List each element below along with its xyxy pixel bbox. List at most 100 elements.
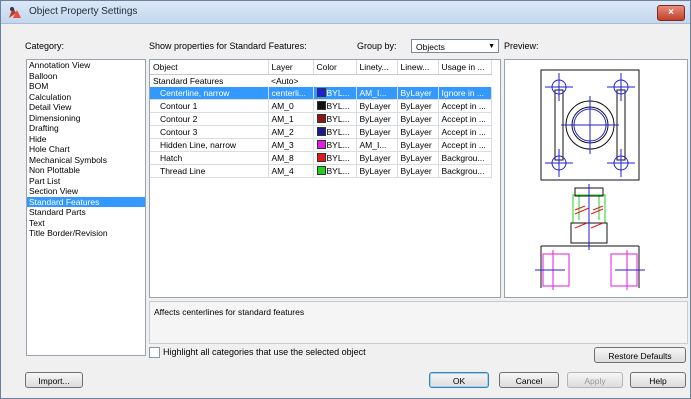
category-item[interactable]: Dimensioning xyxy=(27,113,145,124)
category-item[interactable]: Section View xyxy=(27,186,145,197)
color-swatch-icon xyxy=(316,153,326,162)
table-row[interactable]: Contour 1 AM_0 BYL... ByLayer ByLayer Accept … xyxy=(150,99,492,113)
ok-button[interactable]: OK xyxy=(429,372,489,388)
category-item[interactable]: Drafting xyxy=(27,123,145,134)
color-swatch-icon xyxy=(316,140,326,149)
color-swatch-icon xyxy=(316,114,326,123)
row-layer-cell[interactable]: AM_0 xyxy=(268,99,314,113)
description-box: Affects centerlines for standard feature… xyxy=(149,301,688,344)
close-button[interactable]: × xyxy=(657,5,685,21)
group-row-object[interactable]: Standard Features xyxy=(150,75,268,88)
column-header[interactable]: Object xyxy=(150,60,269,75)
row-layer-cell[interactable]: AM_2 xyxy=(268,125,314,139)
cancel-button[interactable]: Cancel xyxy=(499,372,559,388)
row-usage-cell[interactable]: Accept in ... xyxy=(438,112,492,126)
table-row[interactable]: Centerline, narrow centerli... BYL... AM_I.… xyxy=(150,87,492,100)
row-color-cell[interactable]: BYL... xyxy=(313,138,357,152)
category-item[interactable]: Calculation xyxy=(27,92,145,103)
row-object-cell[interactable]: Centerline, narrow xyxy=(150,87,269,100)
row-usage-cell[interactable]: Accept in ... xyxy=(438,125,492,139)
dialog-window: Object Property Settings × Category: Sho… xyxy=(0,0,691,399)
row-color-cell[interactable]: BYL... xyxy=(313,99,357,113)
apply-button[interactable]: Apply xyxy=(567,372,623,388)
highlight-checkbox-label[interactable]: Highlight all categories that use the se… xyxy=(163,347,366,357)
properties-table: Object Layer Color Linety... Linew... Usage i… xyxy=(150,60,492,178)
preview-drawing xyxy=(535,69,645,290)
row-layer-cell[interactable]: AM_1 xyxy=(268,112,314,126)
category-item[interactable]: BOM xyxy=(27,81,145,92)
restore-defaults-button[interactable]: Restore Defaults xyxy=(594,347,686,363)
category-item[interactable]: Title Border/Revision xyxy=(27,228,145,239)
import-button[interactable]: Import... xyxy=(25,372,83,388)
category-item[interactable]: Hide xyxy=(27,134,145,145)
row-linetype-cell[interactable]: ByLayer xyxy=(356,125,398,139)
color-swatch-icon xyxy=(316,166,326,175)
table-row[interactable]: Hidden Line, narrow AM_3 BYL... AM_I... ByLa… xyxy=(150,138,492,152)
chevron-down-icon: ▼ xyxy=(488,43,495,50)
category-item[interactable]: Part List xyxy=(27,176,145,187)
row-linetype-cell[interactable]: AM_I... xyxy=(356,138,398,152)
row-object-cell[interactable]: Hatch xyxy=(150,151,269,165)
category-item[interactable]: Mechanical Symbols xyxy=(27,155,145,166)
table-row[interactable]: Contour 3 AM_2 BYL... ByLayer ByLayer Accept … xyxy=(150,125,492,139)
column-header[interactable]: Layer xyxy=(268,60,314,75)
color-text: BYL... xyxy=(326,127,350,137)
row-color-cell[interactable]: BYL... xyxy=(313,151,357,165)
row-object-cell[interactable]: Contour 3 xyxy=(150,125,269,139)
group-row-layer[interactable]: <Auto> xyxy=(268,75,313,88)
color-text: BYL... xyxy=(326,153,350,163)
row-usage-cell[interactable]: Backgrou... xyxy=(438,151,492,165)
row-lineweight-cell[interactable]: ByLayer xyxy=(397,125,439,139)
column-header[interactable]: Usage in ... xyxy=(438,60,492,75)
row-linetype-cell[interactable]: ByLayer xyxy=(356,164,398,178)
row-color-cell[interactable]: BYL... xyxy=(313,87,357,100)
category-item[interactable]: Detail View xyxy=(27,102,145,113)
row-layer-cell[interactable]: AM_4 xyxy=(268,164,314,178)
category-list[interactable]: Annotation View Balloon BOM Calculation Deta… xyxy=(26,59,146,356)
row-color-cell[interactable]: BYL... xyxy=(313,112,357,126)
row-lineweight-cell[interactable]: ByLayer xyxy=(397,87,439,100)
row-color-cell[interactable]: BYL... xyxy=(313,164,357,178)
category-item[interactable]: Annotation View xyxy=(27,60,145,71)
category-item[interactable]: Text xyxy=(27,218,145,229)
row-lineweight-cell[interactable]: ByLayer xyxy=(397,99,439,113)
row-layer-cell[interactable]: AM_3 xyxy=(268,138,314,152)
group-by-dropdown[interactable]: Objects ▼ xyxy=(411,39,499,53)
row-object-cell[interactable]: Contour 1 xyxy=(150,99,269,113)
row-usage-cell[interactable]: Accept in ... xyxy=(438,138,492,152)
row-linetype-cell[interactable]: ByLayer xyxy=(356,151,398,165)
category-item[interactable]: Hole Chart xyxy=(27,144,145,155)
category-item[interactable]: Balloon xyxy=(27,71,145,82)
column-header[interactable]: Color xyxy=(313,60,357,75)
row-lineweight-cell[interactable]: ByLayer xyxy=(397,138,439,152)
row-usage-cell[interactable]: Accept in ... xyxy=(438,99,492,113)
row-lineweight-cell[interactable]: ByLayer xyxy=(397,164,439,178)
table-row[interactable]: Hatch AM_8 BYL... ByLayer ByLayer Backgrou... xyxy=(150,151,492,165)
row-layer-cell[interactable]: AM_8 xyxy=(268,151,314,165)
row-usage-cell[interactable]: Ignore in ... xyxy=(438,87,492,100)
row-object-cell[interactable]: Thread Line xyxy=(150,164,269,178)
category-item[interactable]: Standard Features xyxy=(27,196,145,207)
row-lineweight-cell[interactable]: ByLayer xyxy=(397,112,439,126)
row-linetype-cell[interactable]: ByLayer xyxy=(356,112,398,126)
help-button[interactable]: Help xyxy=(630,372,686,388)
row-layer-cell[interactable]: centerli... xyxy=(268,87,314,100)
row-object-cell[interactable]: Hidden Line, narrow xyxy=(150,138,269,152)
title-bar[interactable]: Object Property Settings × xyxy=(1,1,690,24)
table-row[interactable]: Thread Line AM_4 BYL... ByLayer ByLayer Backg… xyxy=(150,164,492,178)
group-by-label: Group by: xyxy=(357,41,397,51)
category-item[interactable]: Standard Parts xyxy=(27,207,145,218)
row-color-cell[interactable]: BYL... xyxy=(313,125,357,139)
properties-grid[interactable]: Object Layer Color Linety... Linew... Usage i… xyxy=(149,59,501,298)
row-object-cell[interactable]: Contour 2 xyxy=(150,112,269,126)
category-item[interactable]: Non Plottable xyxy=(27,165,145,176)
row-lineweight-cell[interactable]: ByLayer xyxy=(397,151,439,165)
row-usage-cell[interactable]: Backgrou... xyxy=(438,164,492,178)
row-linetype-cell[interactable]: AM_I... xyxy=(356,87,398,100)
row-linetype-cell[interactable]: ByLayer xyxy=(356,99,398,113)
column-header[interactable]: Linew... xyxy=(397,60,439,75)
table-row[interactable]: Contour 2 AM_1 BYL... ByLayer ByLayer Accept … xyxy=(150,112,492,126)
highlight-checkbox[interactable] xyxy=(149,347,160,358)
description-text: Affects centerlines for standard feature… xyxy=(154,307,305,317)
column-header[interactable]: Linety... xyxy=(356,60,398,75)
